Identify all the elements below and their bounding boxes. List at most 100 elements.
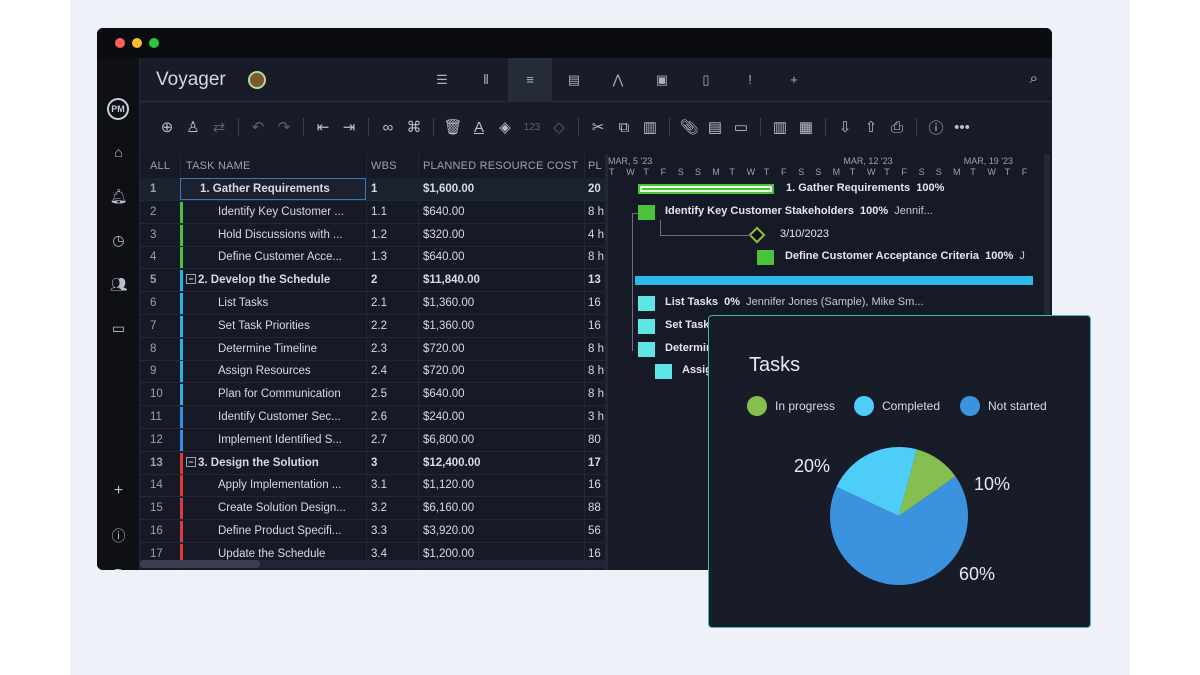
wbs-cell[interactable]: 2.5 [371, 383, 387, 405]
text-color-icon[interactable]: A [468, 119, 490, 136]
task-name-cell[interactable]: Implement Identified S... [218, 429, 362, 451]
wbs-cell[interactable]: 3.3 [371, 520, 387, 542]
wbs-cell[interactable]: 2.3 [371, 338, 387, 360]
fill-color-icon[interactable]: ◈ [494, 118, 516, 136]
task-name-cell[interactable]: Set Task Priorities [218, 315, 362, 337]
cost-cell[interactable]: $640.00 [423, 246, 465, 268]
task-bar[interactable] [638, 204, 655, 220]
milestone-icon[interactable]: ◇ [548, 118, 570, 136]
close-window-button[interactable] [115, 38, 125, 48]
comment-icon[interactable]: ▭ [730, 118, 752, 136]
cost-cell[interactable]: $720.00 [423, 360, 465, 382]
number-format-button[interactable]: 123 [520, 122, 544, 133]
task-name-cell[interactable]: List Tasks [218, 292, 362, 314]
table-row[interactable]: 8 Determine Timeline 2.3 $720.00 8 h [140, 338, 605, 361]
table-row[interactable]: 14 Apply Implementation ... 3.1 $1,120.00 16 [140, 474, 605, 498]
wbs-cell[interactable]: 1.1 [371, 201, 387, 223]
export-icon[interactable]: ⇧ [860, 118, 882, 136]
cost-cell[interactable]: $320.00 [423, 224, 465, 246]
sheet-view-icon[interactable]: ▤ [552, 58, 596, 102]
task-bar[interactable] [638, 296, 655, 311]
home-icon[interactable]: ⌂ [97, 144, 140, 160]
cost-cell[interactable]: $240.00 [423, 406, 465, 428]
pl-cell[interactable]: 8 h [588, 338, 605, 360]
task-name-cell[interactable]: 3. Design the Solution [198, 452, 362, 474]
attachment-icon[interactable]: 📎︎ [678, 118, 700, 136]
cost-cell[interactable]: $3,920.00 [423, 520, 474, 542]
collapse-icon[interactable]: − [186, 274, 196, 285]
cost-cell[interactable]: $1,120.00 [423, 474, 474, 496]
briefcase-icon[interactable]: ▭ [97, 320, 140, 337]
table-row[interactable]: 15 Create Solution Design... 3.2 $6,160.00 8… [140, 497, 605, 521]
wbs-cell[interactable]: 1.3 [371, 246, 387, 268]
pl-cell[interactable]: 3 h [588, 406, 605, 428]
cost-cell[interactable]: $720.00 [423, 338, 465, 360]
column-header-all[interactable]: ALL [150, 154, 170, 178]
link-icon[interactable]: ∞ [377, 119, 399, 136]
table-row[interactable]: 12 Implement Identified S... 2.7 $6,800.00 8… [140, 429, 605, 452]
alert-view-icon[interactable]: ! [728, 58, 772, 102]
task-name-cell[interactable]: Create Solution Design... [218, 497, 362, 519]
notifications-icon[interactable]: 🔔︎ [97, 188, 140, 205]
add-view-icon[interactable]: + [772, 58, 816, 102]
task-name-cell[interactable]: Hold Discussions with ... [218, 224, 362, 246]
table-row[interactable]: 13 −3. Design the Solution 3 $12,400.00 17 [140, 452, 605, 475]
pl-cell[interactable]: 56 [588, 520, 605, 542]
add-icon[interactable]: + [97, 482, 140, 500]
wbs-cell[interactable]: 2.2 [371, 315, 387, 337]
wbs-cell[interactable]: 1 [371, 178, 377, 200]
table-row[interactable]: 2 Identify Key Customer ... 1.1 $640.00 8 h [140, 201, 605, 224]
user-avatar[interactable] [109, 569, 127, 570]
wbs-cell[interactable]: 3 [371, 452, 377, 474]
pl-cell[interactable]: 88 [588, 497, 605, 519]
task-name-cell[interactable]: Define Customer Acce... [218, 246, 362, 268]
pl-cell[interactable]: 16 [588, 474, 605, 496]
calendar-view-icon[interactable]: ▣ [640, 58, 684, 102]
column-header-planned-resource-cost[interactable]: PLANNED RESOURCE COST [423, 154, 578, 178]
clock-icon[interactable]: ◷ [97, 232, 140, 249]
wbs-cell[interactable]: 2.7 [371, 429, 387, 451]
pl-cell[interactable]: 8 h [588, 383, 605, 405]
notes-icon[interactable]: ▤ [704, 118, 726, 136]
wbs-cell[interactable]: 2.4 [371, 360, 387, 382]
info-icon[interactable]: ⓘ [925, 117, 947, 138]
files-view-icon[interactable]: ▯ [684, 58, 728, 102]
dashboard-view-icon[interactable]: ⋀ [596, 58, 640, 102]
gantt-view-icon[interactable]: ≡ [508, 58, 552, 102]
summary-bar-gather-requirements[interactable] [638, 184, 774, 194]
pl-cell[interactable]: 8 h [588, 246, 605, 268]
pl-cell[interactable]: 16 [588, 315, 605, 337]
collapse-icon[interactable]: − [186, 456, 196, 467]
recurring-icon[interactable]: ⇄ [208, 118, 230, 136]
table-row[interactable]: 6 List Tasks 2.1 $1,360.00 16 [140, 292, 605, 315]
print-icon[interactable]: ⎙ [886, 119, 908, 136]
task-bar[interactable] [638, 318, 655, 334]
cost-cell[interactable]: $1,360.00 [423, 315, 474, 337]
task-name-cell[interactable]: Identify Customer Sec... [218, 406, 362, 428]
task-bar[interactable] [638, 341, 655, 357]
table-icon[interactable]: ▦ [795, 118, 817, 136]
copy-icon[interactable]: ⧉ [613, 119, 635, 136]
wbs-cell[interactable]: 1.2 [371, 224, 387, 246]
search-icon[interactable]: ⌕ [1030, 70, 1038, 87]
pl-cell[interactable]: 8 h [588, 360, 605, 382]
table-row[interactable]: 9 Assign Resources 2.4 $720.00 8 h [140, 360, 605, 384]
cost-cell[interactable]: $12,400.00 [423, 452, 481, 474]
table-row[interactable]: 5 −2. Develop the Schedule 2 $11,840.00 13 [140, 269, 605, 293]
pl-cell[interactable]: 17 [588, 452, 605, 474]
wbs-cell[interactable]: 2.1 [371, 292, 387, 314]
pl-cell[interactable]: 4 h [588, 224, 605, 246]
cost-cell[interactable]: $640.00 [423, 201, 465, 223]
column-header-wbs[interactable]: WBS [371, 154, 397, 178]
grid-horizontal-scrollbar[interactable] [140, 560, 605, 568]
cost-cell[interactable]: $6,160.00 [423, 497, 474, 519]
column-header-pl[interactable]: PL [588, 154, 602, 178]
task-name-cell[interactable]: 2. Develop the Schedule [198, 269, 362, 291]
task-bar[interactable] [655, 364, 672, 380]
add-task-icon[interactable]: ⊕ [156, 118, 178, 136]
delete-icon[interactable]: 🗑︎ [442, 118, 464, 136]
pl-cell[interactable]: 13 [588, 269, 605, 291]
pl-cell[interactable]: 20 [588, 178, 605, 200]
task-name-cell[interactable]: Define Product Specifi... [218, 520, 362, 542]
help-icon[interactable]: ⓘ [97, 526, 140, 546]
